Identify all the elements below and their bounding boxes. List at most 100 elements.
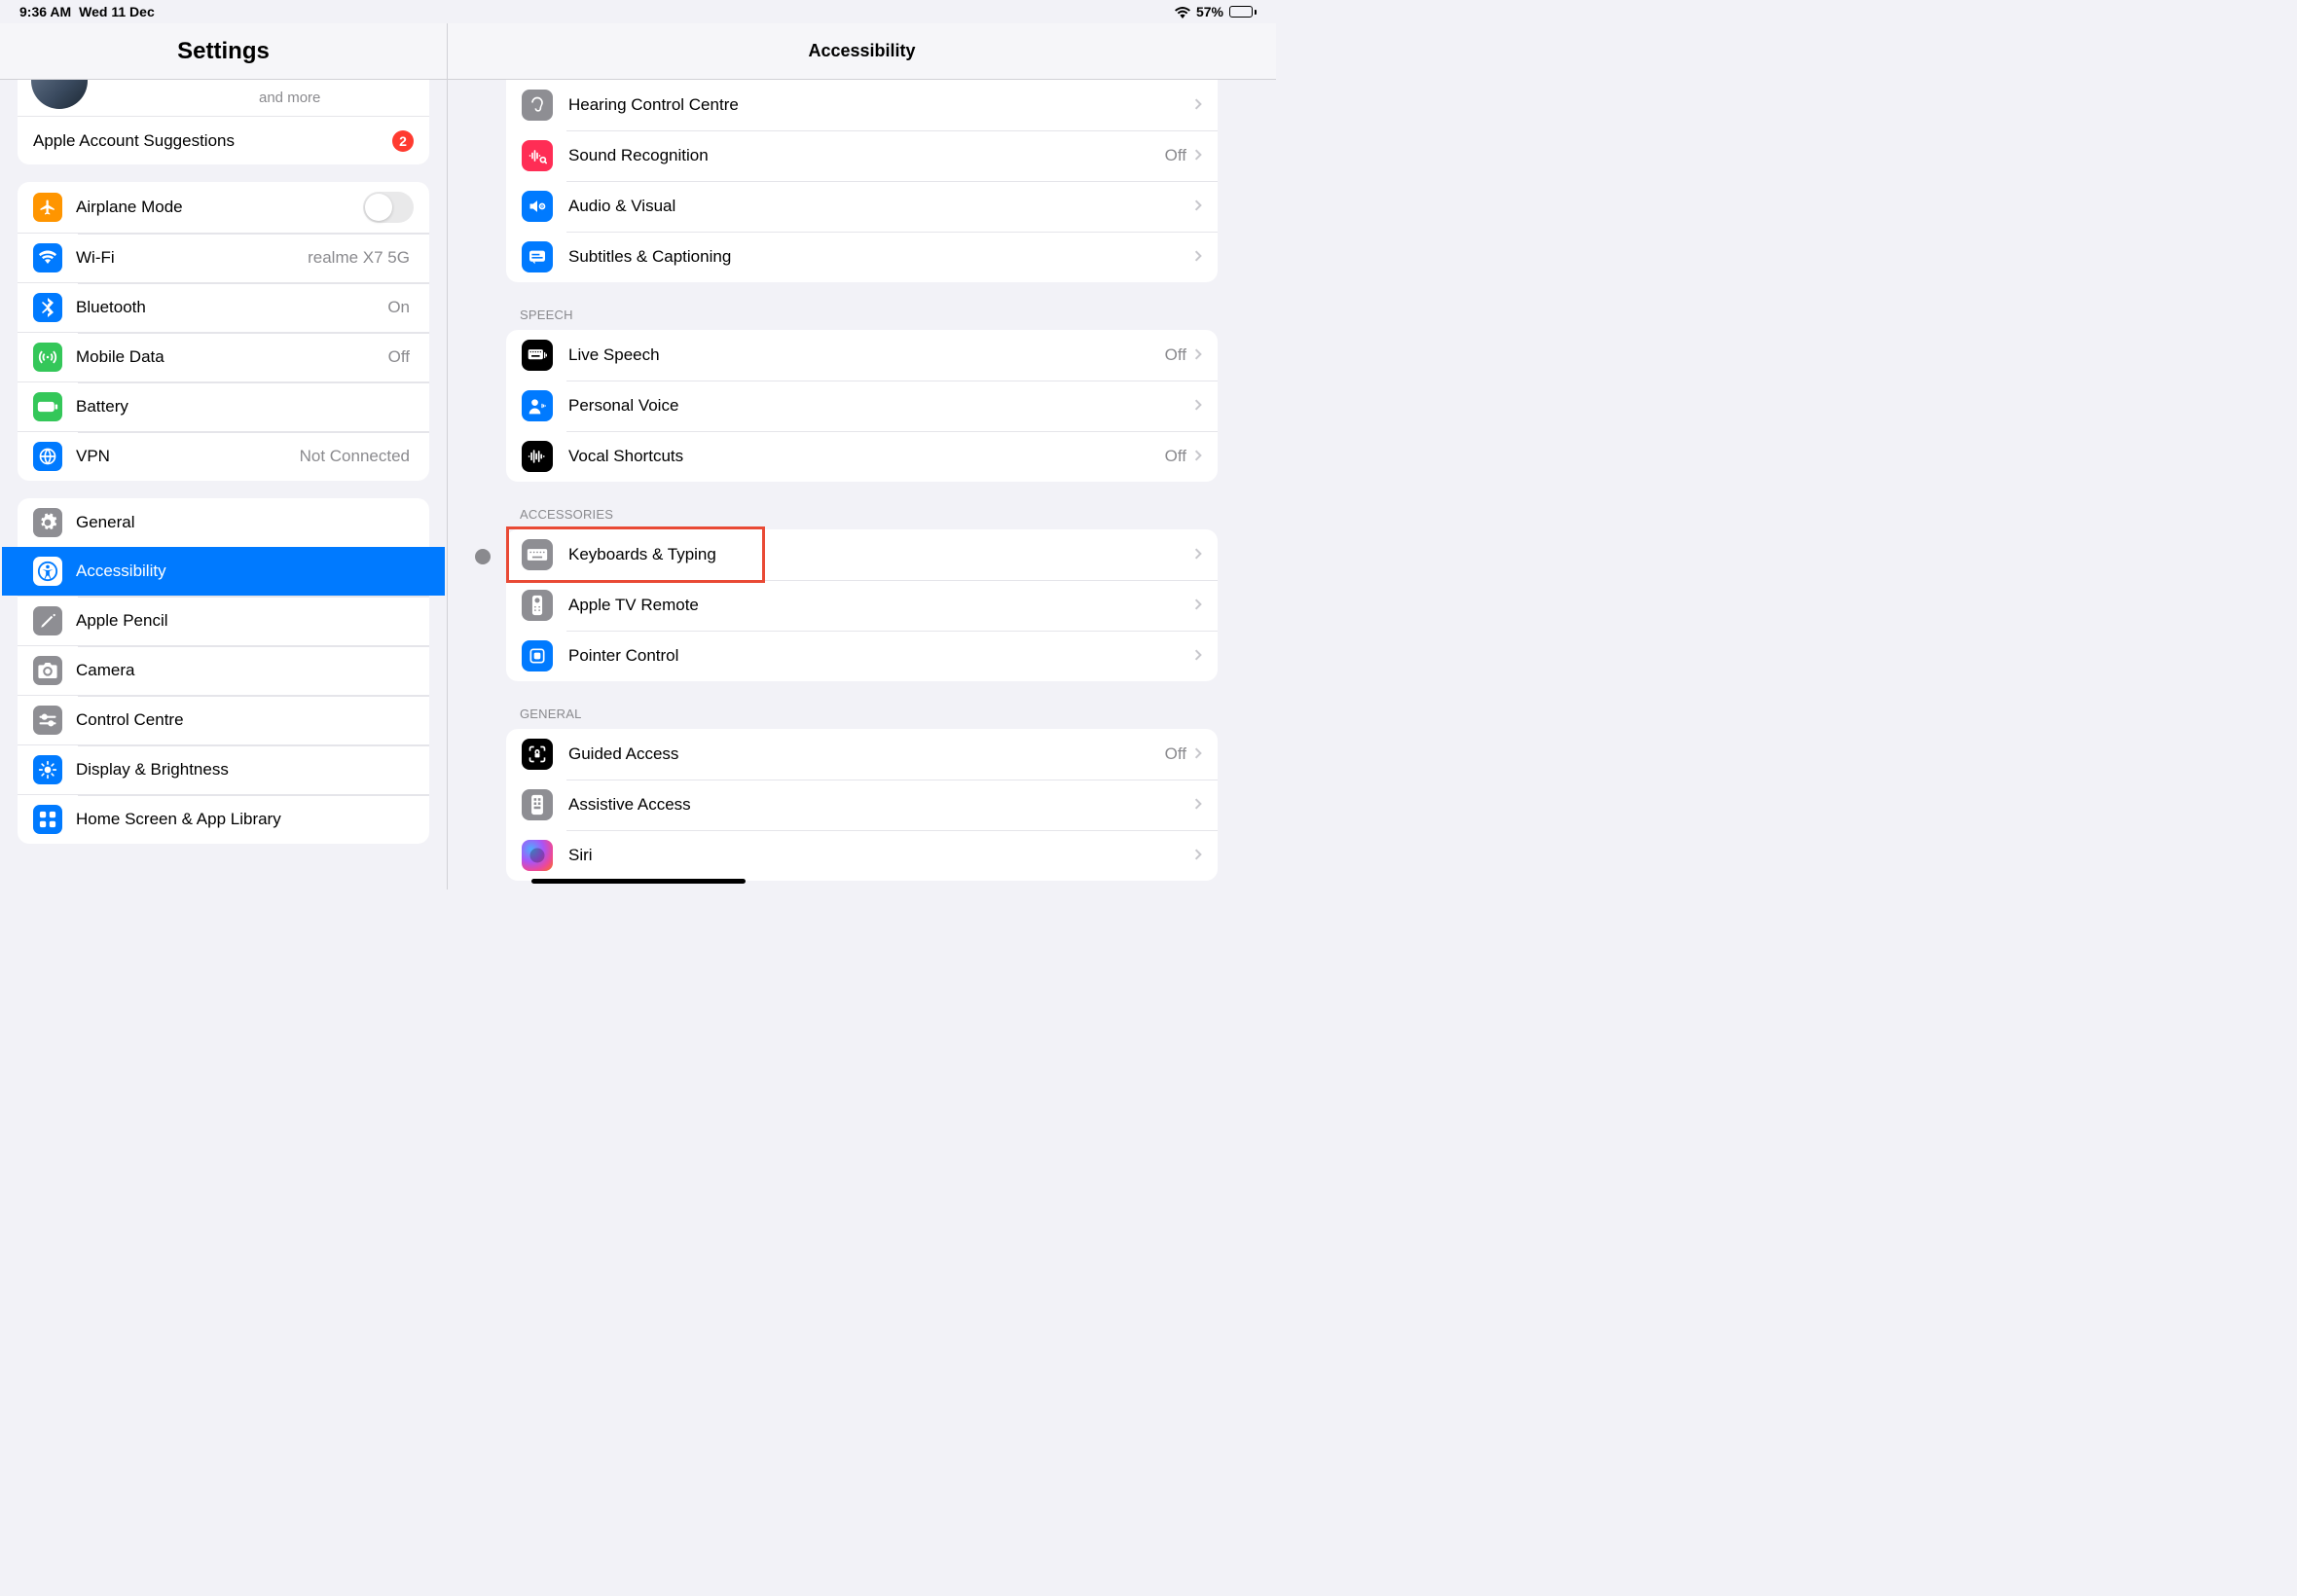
brightness-icon [33, 755, 62, 784]
status-date: Wed 11 Dec [79, 4, 155, 19]
chevron-right-icon [1194, 396, 1202, 416]
keyboard-speech-icon [522, 340, 553, 371]
status-time: 9:36 AM [19, 4, 71, 19]
camera-icon [33, 656, 62, 685]
apple-pencil-row[interactable]: Apple Pencil [18, 596, 429, 645]
chevron-right-icon [1194, 197, 1202, 216]
keyboards-typing-row[interactable]: Keyboards & Typing [506, 529, 1218, 580]
avatar [31, 80, 88, 109]
live-speech-value: Off [1165, 345, 1186, 365]
profile-row[interactable]: and more [18, 80, 429, 116]
chevron-right-icon [1194, 596, 1202, 615]
hearing-control-centre-row[interactable]: Hearing Control Centre [506, 80, 1218, 130]
personal-voice-row[interactable]: Personal Voice [506, 381, 1218, 431]
sound-wave-icon [522, 140, 553, 171]
chevron-right-icon [1194, 95, 1202, 115]
bluetooth-value: On [387, 298, 410, 317]
status-bar: 9:36 AM Wed 11 Dec 57% [0, 0, 1276, 23]
general-header: GENERAL [506, 687, 1218, 729]
display-row[interactable]: Display & Brightness [18, 744, 429, 794]
pencil-icon [33, 606, 62, 635]
bluetooth-icon [33, 293, 62, 322]
chevron-right-icon [1194, 247, 1202, 267]
wifi-row[interactable]: Wi-Fi realme X7 5G [18, 233, 429, 282]
chevron-right-icon [1194, 846, 1202, 865]
live-speech-row[interactable]: Live Speech Off [506, 330, 1218, 381]
antenna-icon [33, 343, 62, 372]
bluetooth-row[interactable]: Bluetooth On [18, 282, 429, 332]
annotation-dot [475, 549, 491, 564]
mobile-data-row[interactable]: Mobile Data Off [18, 332, 429, 381]
airplane-toggle[interactable] [363, 192, 414, 223]
speech-header: SPEECH [506, 288, 1218, 330]
main-section: General Accessibility Apple Pencil Camer… [18, 498, 429, 844]
chevron-right-icon [1194, 795, 1202, 815]
guided-access-row[interactable]: Guided Access Off [506, 729, 1218, 780]
account-suggestions-label: Apple Account Suggestions [33, 131, 392, 151]
account-suggestions-row[interactable]: Apple Account Suggestions 2 [18, 116, 429, 164]
ear-icon [522, 90, 553, 121]
chevron-right-icon [1194, 744, 1202, 764]
accessories-section: Keyboards & Typing Apple TV Remote Point… [506, 529, 1218, 681]
speech-section: Live Speech Off Personal Voice Vocal Sho… [506, 330, 1218, 482]
speaker-eye-icon [522, 191, 553, 222]
accessibility-icon [33, 557, 62, 586]
content-panel: Accessibility Hearing Control Centre Sou… [448, 23, 1276, 889]
wifi-icon [33, 243, 62, 272]
remote-icon [522, 590, 553, 621]
vocal-shortcuts-value: Off [1165, 447, 1186, 466]
sound-recognition-value: Off [1165, 146, 1186, 165]
sidebar-header: Settings [0, 23, 447, 80]
accessibility-row[interactable]: Accessibility [2, 547, 445, 596]
siri-icon [522, 840, 553, 871]
accessories-header: ACCESSORIES [506, 488, 1218, 529]
battery-percentage: 57% [1196, 4, 1223, 19]
guided-access-value: Off [1165, 744, 1186, 764]
chevron-right-icon [1194, 447, 1202, 466]
vocal-shortcuts-row[interactable]: Vocal Shortcuts Off [506, 431, 1218, 482]
assistive-access-row[interactable]: Assistive Access [506, 780, 1218, 830]
settings-sidebar: Settings and more Apple Account Suggesti… [0, 23, 448, 889]
audio-visual-row[interactable]: Audio & Visual [506, 181, 1218, 232]
phone-grid-icon [522, 789, 553, 820]
content-title: Accessibility [808, 41, 915, 61]
person-voice-icon [522, 390, 553, 421]
vpn-row[interactable]: VPN Not Connected [18, 431, 429, 481]
apple-tv-remote-row[interactable]: Apple TV Remote [506, 580, 1218, 631]
chevron-right-icon [1194, 146, 1202, 165]
siri-row[interactable]: Siri [506, 830, 1218, 881]
profile-subtitle: and more [259, 90, 320, 106]
account-section: and more Apple Account Suggestions 2 [18, 80, 429, 164]
airplane-icon [33, 193, 62, 222]
sidebar-title: Settings [177, 38, 270, 65]
chevron-right-icon [1194, 345, 1202, 365]
chevron-right-icon [1194, 646, 1202, 666]
gear-icon [33, 508, 62, 537]
lock-frame-icon [522, 739, 553, 770]
battery-icon [33, 392, 62, 421]
general-row[interactable]: General [18, 498, 429, 547]
grid-icon [33, 805, 62, 834]
hearing-section-partial: Hearing Control Centre Sound Recognition… [506, 80, 1218, 282]
wifi-value: realme X7 5G [308, 248, 410, 268]
connectivity-section: Airplane Mode Wi-Fi realme X7 5G Bluetoo… [18, 182, 429, 481]
control-centre-row[interactable]: Control Centre [18, 695, 429, 744]
battery-icon [1229, 6, 1257, 18]
home-screen-row[interactable]: Home Screen & App Library [18, 794, 429, 844]
camera-row[interactable]: Camera [18, 645, 429, 695]
pointer-icon [522, 640, 553, 671]
keyboard-icon [522, 539, 553, 570]
pointer-control-row[interactable]: Pointer Control [506, 631, 1218, 681]
wifi-icon [1175, 6, 1190, 18]
battery-row[interactable]: Battery [18, 381, 429, 431]
vpn-value: Not Connected [300, 447, 410, 466]
notification-badge: 2 [392, 130, 414, 152]
home-indicator[interactable] [531, 879, 746, 884]
waveform-icon [522, 441, 553, 472]
sound-recognition-row[interactable]: Sound Recognition Off [506, 130, 1218, 181]
airplane-row[interactable]: Airplane Mode [18, 182, 429, 233]
general-section: Guided Access Off Assistive Access Siri [506, 729, 1218, 881]
chevron-right-icon [1194, 545, 1202, 564]
subtitles-row[interactable]: Subtitles & Captioning [506, 232, 1218, 282]
captions-icon [522, 241, 553, 272]
